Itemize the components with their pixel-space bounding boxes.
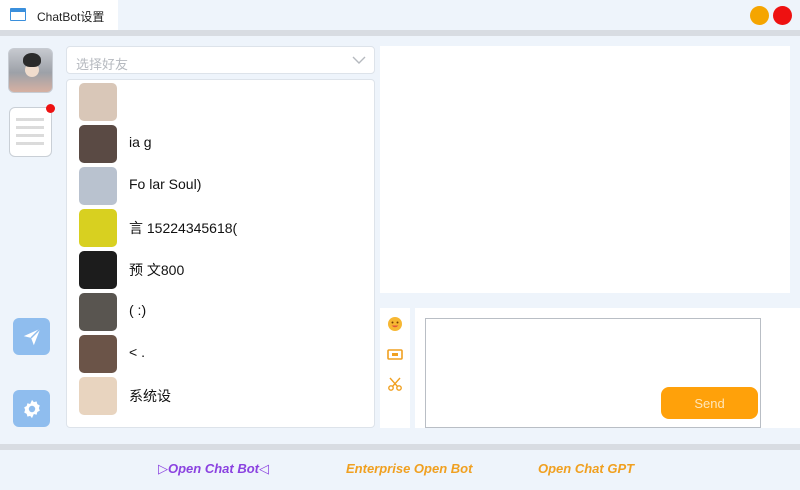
- settings-nav-button[interactable]: [13, 390, 50, 427]
- enterprise-open-bot-link[interactable]: Enterprise Open Bot: [346, 461, 472, 476]
- mini-program-button[interactable]: [9, 104, 55, 157]
- friend-avatar: [79, 377, 117, 415]
- file-button[interactable]: [387, 346, 403, 362]
- composer: Send: [415, 308, 800, 428]
- footer: ▷Open Chat Bot◁ Enterprise Open Bot Open…: [0, 450, 800, 490]
- friend-avatar: [79, 125, 117, 163]
- open-chat-gpt-link[interactable]: Open Chat GPT: [538, 461, 634, 476]
- mini-program-icon: [16, 118, 44, 146]
- window-tab[interactable]: ChatBot设置: [0, 0, 118, 30]
- title-bar: ChatBot设置: [0, 0, 800, 30]
- friend-name: ( :): [129, 302, 147, 318]
- minimize-button[interactable]: [750, 6, 769, 25]
- friend-select-placeholder: 选择好友: [76, 57, 129, 72]
- close-button[interactable]: [773, 6, 792, 25]
- friend-name: ia g: [129, 134, 152, 150]
- paper-plane-icon: [23, 327, 41, 345]
- chat-area: Send: [378, 36, 800, 444]
- list-item[interactable]: ( :): [67, 290, 374, 332]
- avatar[interactable]: [8, 48, 53, 93]
- list-item[interactable]: 系统设: [67, 374, 374, 416]
- notification-dot: [46, 104, 55, 113]
- chevron-down-icon: [352, 56, 366, 64]
- friend-avatar: [79, 293, 117, 331]
- folder-icon: [387, 349, 403, 360]
- open-chat-bot-link[interactable]: ▷Open Chat Bot◁: [158, 461, 269, 477]
- friend-avatar: [79, 251, 117, 289]
- friend-avatar: [79, 167, 117, 205]
- friends-panel: 选择好友 ia g Fo lar Soul) 言 15224345618(预 …: [62, 36, 378, 444]
- list-item[interactable]: < .: [67, 332, 374, 374]
- friend-name: 系统设: [129, 388, 171, 404]
- emoji-icon: [388, 317, 402, 331]
- friend-name: Fo lar Soul): [129, 176, 202, 192]
- friend-name: 言 15224345618(: [129, 220, 238, 236]
- left-rail: [0, 36, 62, 444]
- emoji-button[interactable]: [387, 316, 403, 332]
- friend-avatar: [79, 335, 117, 373]
- friend-avatar: [79, 209, 117, 247]
- gear-icon: [23, 399, 40, 418]
- avatar-face: [25, 63, 39, 77]
- friend-name: < .: [129, 344, 145, 360]
- list-item[interactable]: ia g: [67, 122, 374, 164]
- friend-name: 预 文800: [129, 262, 185, 278]
- list-item[interactable]: [67, 80, 374, 122]
- message-panel: [380, 46, 790, 293]
- send-nav-button[interactable]: [13, 318, 50, 355]
- friend-select[interactable]: 选择好友: [66, 46, 375, 74]
- friend-list: ia g Fo lar Soul) 言 15224345618( 预 文800 …: [66, 79, 375, 428]
- list-item[interactable]: 预 文800: [67, 248, 374, 290]
- list-item[interactable]: 言 15224345618(: [67, 206, 374, 248]
- list-item[interactable]: Fo lar Soul): [67, 164, 374, 206]
- friend-avatar: [79, 83, 117, 121]
- window-icon: [10, 8, 26, 21]
- send-button[interactable]: Send: [661, 387, 758, 419]
- scissors-icon: [388, 377, 402, 391]
- composer-toolbar: [380, 308, 410, 428]
- window-title: ChatBot设置: [37, 10, 105, 24]
- screenshot-button[interactable]: [387, 376, 403, 392]
